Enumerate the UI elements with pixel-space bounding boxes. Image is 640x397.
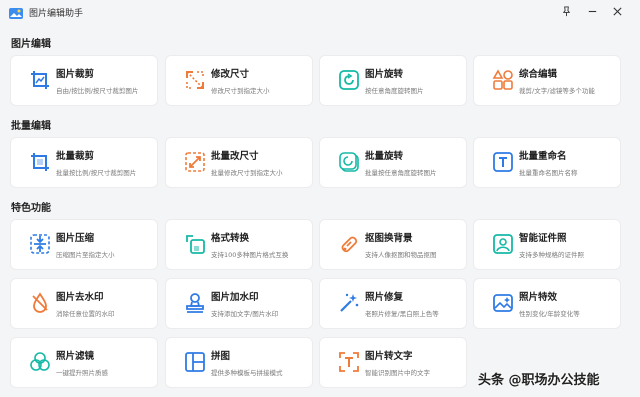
card-description: 提供多种模板与拼接模式	[211, 369, 283, 377]
magic-wand-icon	[338, 292, 360, 314]
text-icon	[492, 151, 514, 173]
card-title: 图片转文字	[365, 351, 413, 362]
card-title: 拼图	[211, 351, 231, 362]
card-photo-effects[interactable]: 照片特效 性别变化/年龄变化等	[474, 279, 620, 328]
card-title: 批量裁剪	[56, 151, 95, 162]
card-description: 支持多种规格的证件照	[519, 251, 584, 259]
rotate-icon	[338, 151, 360, 173]
title-bar: 图片编辑助手	[0, 0, 640, 24]
resize-icon	[184, 69, 206, 91]
source-watermark: 头条 @职场办公技能	[478, 373, 600, 388]
image-effect-icon	[492, 292, 514, 314]
card-title: 图片去水印	[56, 292, 104, 303]
card-description: 批量按比例/按尺寸裁剪图片	[56, 169, 137, 177]
card-batch-crop[interactable]: 批量裁剪 批量按比例/按尺寸裁剪图片	[11, 138, 157, 187]
rotate-icon	[338, 69, 360, 91]
filter-icon	[29, 351, 51, 373]
card-description: 支持人像抠图和物品抠图	[365, 251, 437, 259]
card-description: 批量修改尺寸到指定大小	[211, 169, 283, 177]
card-batch-rename[interactable]: 批量重命名 批量重命名图片名称	[474, 138, 620, 187]
card-title: 批量重命名	[519, 151, 567, 162]
card-cutout[interactable]: 抠图换背景 支持人像抠图和物品抠图	[320, 220, 466, 269]
card-title: 修改尺寸	[211, 69, 250, 80]
card-rotate[interactable]: 图片旋转 按任意角度旋转图片	[320, 56, 466, 105]
card-title: 智能证件照	[519, 233, 567, 244]
card-title: 图片旋转	[365, 69, 404, 80]
crop-icon	[29, 69, 51, 91]
card-description: 自由/按比例/按尺寸裁剪图片	[56, 87, 139, 95]
card-image-to-text[interactable]: 图片转文字 智能识别图片中的文字	[320, 338, 466, 387]
card-resize[interactable]: 修改尺寸 修改尺寸到指定大小	[166, 56, 312, 105]
card-remove-watermark[interactable]: 图片去水印 消除任意位置的水印	[11, 279, 157, 328]
section-title-image-edit: 图片编辑	[11, 39, 51, 50]
card-description: 裁剪/文字/滤镜等多个功能	[519, 87, 595, 95]
card-title: 图片加水印	[211, 292, 259, 303]
collage-icon	[184, 351, 206, 373]
card-id-photo[interactable]: 智能证件照 支持多种规格的证件照	[474, 220, 620, 269]
card-description: 批量按任意角度旋转图片	[365, 169, 437, 177]
stamp-icon	[184, 292, 206, 314]
card-description: 修改尺寸到指定大小	[211, 87, 270, 95]
card-image-crop[interactable]: 图片裁剪 自由/按比例/按尺寸裁剪图片	[11, 56, 157, 105]
card-description: 支持添加文字/图片水印	[211, 310, 279, 318]
card-description: 智能识别图片中的文字	[365, 369, 430, 377]
card-photo-filter[interactable]: 照片滤镜 一键提升照片质感	[11, 338, 157, 387]
card-photo-restore[interactable]: 照片修复 老照片修复/黑白照上色等	[320, 279, 466, 328]
section-title-features: 特色功能	[11, 203, 51, 214]
card-description: 批量重命名图片名称	[519, 169, 578, 177]
card-batch-resize[interactable]: 批量改尺寸 批量修改尺寸到指定大小	[166, 138, 312, 187]
minimize-icon[interactable]	[584, 3, 600, 19]
card-batch-rotate[interactable]: 批量旋转 批量按任意角度旋转图片	[320, 138, 466, 187]
ocr-icon	[338, 351, 360, 373]
convert-icon	[184, 233, 206, 255]
card-description: 一键提升照片质感	[56, 369, 108, 377]
pin-icon[interactable]	[558, 3, 574, 19]
card-format-convert[interactable]: 格式转换 支持100多种图片格式互换	[166, 220, 312, 269]
card-description: 按任意角度旋转图片	[365, 87, 424, 95]
app-logo-icon	[9, 5, 23, 19]
card-description: 消除任意位置的水印	[56, 310, 115, 318]
id-photo-icon	[492, 233, 514, 255]
card-title: 综合编辑	[519, 69, 558, 80]
resize-icon	[184, 151, 206, 173]
card-title: 抠图换背景	[365, 233, 413, 244]
card-title: 照片特效	[519, 292, 558, 303]
card-title: 格式转换	[211, 233, 250, 244]
drop-icon	[29, 292, 51, 314]
compress-icon	[29, 233, 51, 255]
close-icon[interactable]	[609, 3, 625, 19]
section-title-batch-edit: 批量编辑	[11, 121, 51, 132]
card-title: 图片压缩	[56, 233, 95, 244]
card-combined-edit[interactable]: 综合编辑 裁剪/文字/滤镜等多个功能	[474, 56, 620, 105]
card-title: 照片修复	[365, 292, 404, 303]
cutout-icon	[338, 233, 360, 255]
card-title: 批量改尺寸	[211, 151, 259, 162]
card-description: 老照片修复/黑白照上色等	[365, 310, 439, 318]
card-description: 压缩图片至指定大小	[56, 251, 115, 259]
card-title: 图片裁剪	[56, 69, 95, 80]
card-compress[interactable]: 图片压缩 压缩图片至指定大小	[11, 220, 157, 269]
card-add-watermark[interactable]: 图片加水印 支持添加文字/图片水印	[166, 279, 312, 328]
card-description: 支持100多种图片格式互换	[211, 251, 289, 259]
crop-icon	[29, 151, 51, 173]
card-collage[interactable]: 拼图 提供多种模板与拼接模式	[166, 338, 312, 387]
card-description: 性别变化/年龄变化等	[519, 310, 580, 318]
grid-edit-icon	[492, 69, 514, 91]
app-title: 图片编辑助手	[29, 9, 84, 19]
card-title: 照片滤镜	[56, 351, 95, 362]
card-title: 批量旋转	[365, 151, 404, 162]
